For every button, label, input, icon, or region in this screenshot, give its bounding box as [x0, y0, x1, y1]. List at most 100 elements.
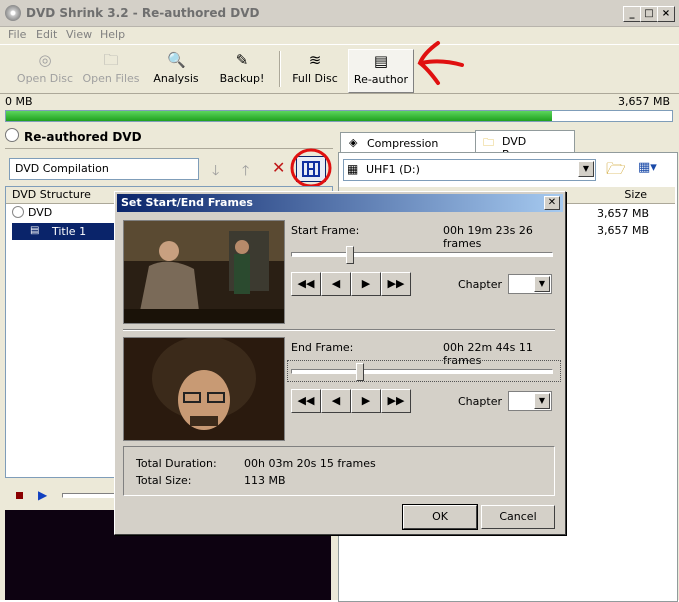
red-arrow-annotation	[417, 41, 464, 85]
end-frame-slider[interactable]	[356, 363, 364, 381]
move-up-icon[interactable]: 🡑	[242, 160, 249, 184]
end-prev-chapter-button[interactable]: ◀◀	[291, 389, 321, 413]
compilation-name-input[interactable]: DVD Compilation	[9, 158, 199, 180]
title-icon: ▤	[30, 225, 40, 236]
drive-label: UHF1 (D:)	[366, 163, 420, 176]
start-chapter-label: Chapter	[458, 278, 502, 291]
menu-file[interactable]: File	[8, 28, 26, 41]
backup-icon: ✎	[235, 51, 249, 69]
total-size-value: 113 MB	[244, 474, 286, 487]
totals-group: Total Duration: 00h 03m 20s 15 frames To…	[123, 446, 555, 496]
start-chapter-select[interactable]: ▼	[508, 274, 552, 294]
tree-item-dvd[interactable]: DVD	[28, 206, 52, 219]
open-files-label: Open Files	[82, 72, 140, 85]
stop-icon[interactable]	[16, 492, 23, 499]
rewind-icon: ◀◀	[297, 394, 315, 407]
close-button[interactable]: ×	[657, 6, 675, 22]
chevron-down-icon[interactable]: ▼	[534, 393, 550, 409]
start-frame-track[interactable]	[291, 252, 553, 257]
dvd-disc-icon	[12, 206, 24, 218]
app-window: DVD Shrink 3.2 - Re-authored DVD _ □ × F…	[0, 0, 679, 602]
set-frames-dialog: Set Start/End Frames ✕ Start Frame: 00h …	[114, 191, 566, 535]
tab-dvd-browser[interactable]: 🗀 DVD Browser	[475, 130, 575, 161]
end-next-chapter-button[interactable]: ▶▶	[381, 389, 411, 413]
end-frame-track[interactable]	[291, 369, 553, 374]
play-icon[interactable]: ▶	[38, 488, 47, 502]
drive-icon: ▦	[347, 162, 359, 176]
dialog-close-icon[interactable]: ✕	[544, 196, 560, 210]
step-back-icon: ◀	[331, 394, 341, 407]
compilation-name-text: DVD Compilation	[15, 162, 109, 175]
size-cell-1: 3,657 MB	[596, 207, 649, 220]
fast-forward-icon: ▶▶	[387, 394, 405, 407]
move-down-icon[interactable]: 🡓	[212, 160, 219, 184]
fast-forward-icon: ▶▶	[387, 277, 405, 290]
cancel-button[interactable]: Cancel	[481, 505, 555, 529]
reauthor-label: Re-author	[353, 73, 409, 86]
start-next-frame-button[interactable]: ▶	[351, 272, 381, 296]
progress-left-label: 0 MB	[5, 95, 33, 108]
reauthor-button[interactable]: ▤ Re-author	[348, 49, 414, 93]
open-disc-button[interactable]: ◎ Open Disc	[12, 49, 78, 91]
full-disc-button[interactable]: ≋ Full Disc	[288, 49, 342, 91]
drive-select[interactable]: ▦ UHF1 (D:) ▼	[343, 159, 596, 181]
full-disc-label: Full Disc	[292, 72, 338, 85]
dvd-disc-icon	[5, 5, 21, 21]
step-back-icon: ◀	[331, 277, 341, 290]
window-title: DVD Shrink 3.2 - Re-authored DVD	[26, 6, 260, 20]
menu-edit[interactable]: Edit	[36, 28, 57, 41]
start-frame-thumbnail	[123, 220, 285, 324]
folder-icon: 🗀	[483, 136, 494, 149]
tab-compression-settings[interactable]: ◈ Compression Settings	[340, 132, 476, 163]
red-circle-annotation	[290, 148, 332, 188]
disc-icon: ◎	[38, 51, 52, 69]
toolbar-separator	[279, 51, 281, 87]
magnifier-icon: 🔍	[167, 51, 186, 69]
analysis-button[interactable]: 🔍 Analysis	[148, 49, 204, 91]
ok-button[interactable]: OK	[402, 504, 478, 530]
start-prev-chapter-button[interactable]: ◀◀	[291, 272, 321, 296]
end-frame-label: End Frame:	[291, 341, 354, 354]
end-frame-thumbnail	[123, 337, 285, 441]
size-cell-2: 3,657 MB	[596, 224, 649, 237]
folder-up-icon[interactable]: 🗁	[606, 158, 626, 185]
menu-view[interactable]: View	[66, 28, 92, 41]
start-prev-frame-button[interactable]: ◀	[321, 272, 351, 296]
end-prev-frame-button[interactable]: ◀	[321, 389, 351, 413]
step-forward-icon: ▶	[361, 394, 371, 407]
divider	[5, 148, 333, 149]
backup-label: Backup!	[219, 72, 265, 85]
disc-icon	[5, 128, 19, 142]
step-forward-icon: ▶	[361, 277, 371, 290]
total-duration-value: 00h 03m 20s 15 frames	[244, 457, 376, 470]
document-icon: ▤	[373, 52, 389, 70]
menu-help[interactable]: Help	[100, 28, 125, 41]
size-header: Size	[624, 188, 647, 201]
title-bar: DVD Shrink 3.2 - Re-authored DVD _ □ ×	[0, 0, 679, 27]
progress-fill	[6, 111, 553, 121]
open-files-button[interactable]: 🗀 Open Files	[80, 49, 142, 91]
chevron-down-icon[interactable]: ▼	[534, 276, 550, 292]
backup-button[interactable]: ✎ Backup!	[214, 49, 270, 91]
delete-icon[interactable]: ✕	[272, 158, 285, 177]
end-next-frame-button[interactable]: ▶	[351, 389, 381, 413]
left-panel-title: Re-authored DVD	[24, 130, 142, 144]
start-next-chapter-button[interactable]: ▶▶	[381, 272, 411, 296]
start-frame-slider[interactable]	[345, 246, 354, 264]
stack-icon: ≋	[308, 51, 322, 69]
chevron-down-icon[interactable]: ▼	[578, 161, 594, 177]
total-duration-label: Total Duration:	[136, 457, 217, 470]
end-chapter-label: Chapter	[458, 395, 502, 408]
start-frame-value: 00h 19m 23s 26 frames	[443, 224, 533, 250]
dialog-divider	[123, 329, 555, 331]
dialog-title-bar: Set Start/End Frames ✕	[117, 194, 563, 212]
compression-icon: ◈	[349, 136, 358, 149]
maximize-button[interactable]: □	[640, 6, 658, 22]
title-1-label: Title 1	[52, 225, 87, 238]
menu-bar: File Edit View Help	[0, 26, 679, 44]
open-folder-icon: 🗀	[103, 51, 119, 69]
view-mode-icon[interactable]: ▦▾	[638, 160, 657, 175]
minimize-button[interactable]: _	[623, 6, 641, 22]
end-chapter-select[interactable]: ▼	[508, 391, 552, 411]
dialog-title: Set Start/End Frames	[121, 196, 253, 209]
